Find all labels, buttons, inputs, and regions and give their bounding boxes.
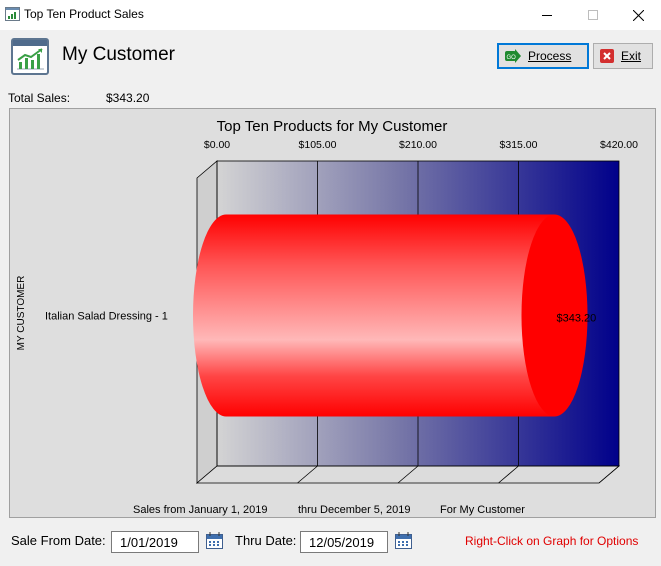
title-bar: Top Ten Product Sales bbox=[0, 0, 661, 30]
x-tick-label: $210.00 bbox=[399, 139, 437, 151]
exit-x-icon bbox=[600, 49, 614, 63]
total-sales-value: $343.20 bbox=[106, 91, 150, 105]
x-tick-label: $420.00 bbox=[600, 139, 638, 151]
footer-thru-text: thru December 5, 2019 bbox=[298, 504, 411, 516]
go-arrow-icon: GO bbox=[505, 49, 521, 63]
category-label: Italian Salad Dressing - 1 bbox=[45, 311, 168, 323]
footer-for-text: For My Customer bbox=[440, 504, 525, 516]
total-sales-label: Total Sales: bbox=[8, 91, 71, 105]
exit-button[interactable]: Exit bbox=[593, 43, 653, 69]
process-button[interactable]: GO Process bbox=[497, 43, 589, 69]
maximize-icon bbox=[588, 10, 598, 20]
sale-from-date-label: Sale From Date: bbox=[11, 533, 106, 548]
bars: Italian Salad Dressing - 1 $343.20 bbox=[45, 214, 596, 417]
bar-cylinder-body bbox=[193, 214, 555, 417]
minimize-button[interactable] bbox=[524, 0, 570, 30]
thru-date-label: Thru Date: bbox=[235, 533, 297, 548]
calendar-icon[interactable] bbox=[206, 532, 224, 555]
chart-app-icon bbox=[5, 7, 20, 26]
thru-date-input[interactable]: 12/05/2019 bbox=[300, 531, 388, 553]
sales-chart[interactable]: $0.00 $105.00 $210.00 $315.00 $420.00 Italia… bbox=[9, 108, 656, 518]
graph-options-hint: Right-Click on Graph for Options bbox=[465, 534, 639, 548]
x-tick-label: $315.00 bbox=[500, 139, 538, 151]
minimize-icon bbox=[542, 15, 552, 16]
chart-ylabel: MY CUSTOMER bbox=[16, 276, 27, 351]
chart-svg: $0.00 $105.00 $210.00 $315.00 $420.00 Italia… bbox=[16, 118, 638, 516]
close-button[interactable] bbox=[615, 0, 661, 30]
window-title: Top Ten Product Sales bbox=[24, 7, 144, 21]
x-tick-label: $105.00 bbox=[299, 139, 337, 151]
close-icon bbox=[632, 9, 644, 21]
tick-labels: $0.00 $105.00 $210.00 $315.00 $420.00 bbox=[204, 139, 638, 151]
sale-from-date-input[interactable]: 1/01/2019 bbox=[111, 531, 199, 553]
page-title: My Customer bbox=[62, 44, 175, 65]
value-label: $343.20 bbox=[556, 313, 596, 325]
calendar-icon[interactable] bbox=[395, 532, 413, 555]
maximize-button[interactable] bbox=[570, 0, 616, 30]
footer-from-text: Sales from January 1, 2019 bbox=[133, 504, 268, 516]
svg-text:GO: GO bbox=[507, 55, 517, 61]
exit-label: Exit bbox=[621, 49, 642, 63]
chart-header-icon bbox=[11, 38, 49, 80]
chart-title: Top Ten Products for My Customer bbox=[217, 118, 448, 135]
process-label: Process bbox=[528, 49, 572, 63]
x-tick-label: $0.00 bbox=[204, 139, 230, 151]
